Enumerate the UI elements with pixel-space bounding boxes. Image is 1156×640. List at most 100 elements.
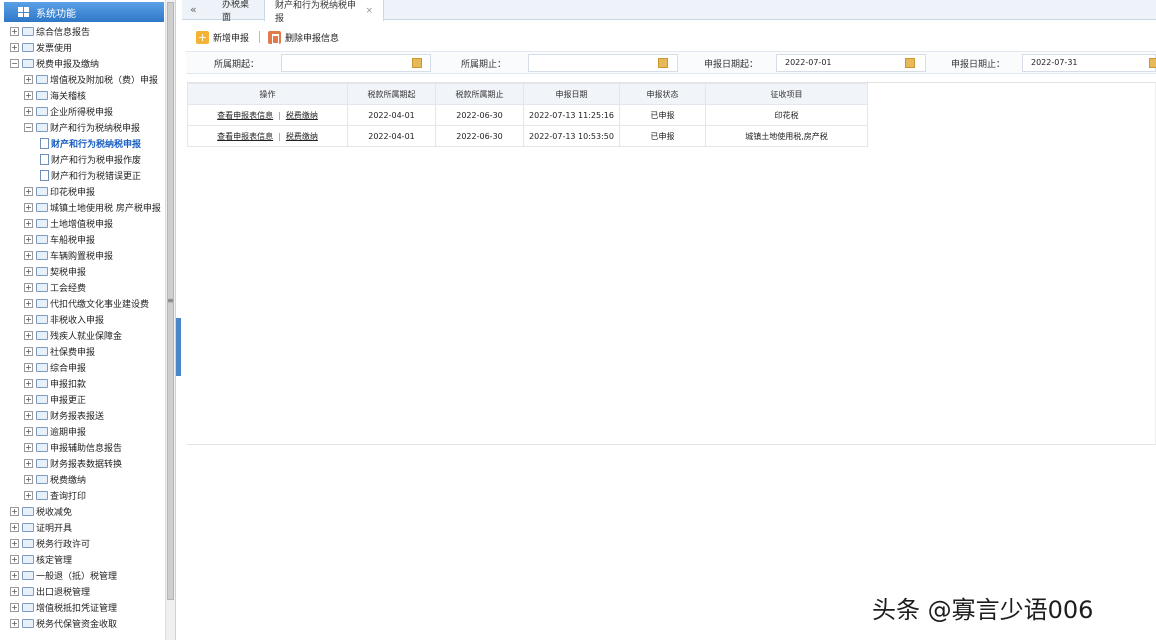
tree-leaf-item[interactable]: 财产和行为税申报作废 [0, 151, 164, 167]
expand-icon[interactable]: + [24, 458, 33, 468]
tab-property-tax[interactable]: 财产和行为税纳税申报 × [264, 0, 384, 24]
tree-folder-item[interactable]: + 税收减免 [0, 503, 164, 519]
expand-icon[interactable]: + [24, 74, 33, 84]
tree-folder-item[interactable]: + 税费缴纳 [0, 471, 164, 487]
tree-folder-item[interactable]: + 税务行政许可 [0, 535, 164, 551]
tree-folder-item[interactable]: − 税费申报及缴纳 [0, 55, 164, 71]
tree-folder-item[interactable]: + 财务报表数据转换 [0, 455, 164, 471]
tree-folder-item[interactable]: + 发票使用 [0, 39, 164, 55]
tree-folder-item[interactable]: + 财务报表报送 [0, 407, 164, 423]
period-start-field[interactable] [281, 54, 431, 72]
tree-folder-item[interactable]: + 残疾人就业保障金 [0, 327, 164, 343]
expand-icon[interactable]: + [24, 394, 33, 404]
expand-icon[interactable]: + [10, 554, 19, 564]
decl-start-field[interactable]: 2022-07-01 [776, 54, 926, 72]
tree-folder-item[interactable]: + 城镇土地使用税 房产税申报 [0, 199, 164, 215]
pay-tax-link[interactable]: 税费缴纳 [286, 111, 318, 120]
tree-folder-item[interactable]: + 代扣代缴文化事业建设费 [0, 295, 164, 311]
expand-icon[interactable]: + [24, 362, 33, 372]
col-declare-date[interactable]: 申报日期 [523, 83, 620, 105]
tree-folder-item[interactable]: − 财产和行为税纳税申报 [0, 119, 164, 135]
tree-leaf-item[interactable]: 财产和行为税纳税申报 [0, 135, 164, 151]
col-operation[interactable]: 操作 [187, 83, 348, 105]
expand-icon[interactable]: + [24, 218, 33, 228]
tree-folder-item[interactable]: + 申报扣款 [0, 375, 164, 391]
expand-icon[interactable]: + [24, 442, 33, 452]
tree-folder-item[interactable]: + 工会经费 [0, 279, 164, 295]
pay-tax-link[interactable]: 税费缴纳 [286, 132, 318, 141]
expand-icon[interactable]: + [10, 506, 19, 516]
view-declaration-link[interactable]: 查看申报表信息 [217, 132, 273, 141]
calendar-icon[interactable] [905, 58, 915, 68]
col-period-end[interactable]: 税款所属期止 [435, 83, 524, 105]
tree-folder-item[interactable]: + 印花税申报 [0, 183, 164, 199]
collapse-icon[interactable]: − [10, 58, 19, 68]
tab-close-icon[interactable]: × [365, 6, 373, 16]
delete-declaration-button[interactable]: 删除申报信息 [268, 30, 339, 44]
tree-folder-item[interactable]: + 非税收入申报 [0, 311, 164, 327]
expand-icon[interactable]: + [10, 586, 19, 596]
tree-folder-item[interactable]: + 查询打印 [0, 487, 164, 503]
expand-icon[interactable]: + [24, 266, 33, 276]
expand-icon[interactable]: + [24, 330, 33, 340]
calendar-icon[interactable] [1149, 58, 1156, 68]
expand-icon[interactable]: + [24, 186, 33, 196]
tree-folder-item[interactable]: + 契税申报 [0, 263, 164, 279]
calendar-icon[interactable] [412, 58, 422, 68]
expand-icon[interactable]: + [24, 426, 33, 436]
tree-folder-item[interactable]: + 土地增值税申报 [0, 215, 164, 231]
col-period-start[interactable]: 税款所属期起 [347, 83, 436, 105]
expand-icon[interactable]: + [10, 26, 19, 36]
sidebar-collapse-handle[interactable] [176, 318, 181, 376]
new-declaration-button[interactable]: + 新增申报 [186, 30, 249, 44]
expand-icon[interactable]: + [10, 538, 19, 548]
tree-folder-item[interactable]: + 海关稽核 [0, 87, 164, 103]
tree-folder-item[interactable]: + 一般退（抵）税管理 [0, 567, 164, 583]
expand-icon[interactable]: + [24, 474, 33, 484]
expand-icon[interactable]: + [24, 314, 33, 324]
tree-folder-item[interactable]: + 逾期申报 [0, 423, 164, 439]
tree-folder-item[interactable]: + 综合申报 [0, 359, 164, 375]
tree-folder-item[interactable]: + 增值税及附加税（费）申报 [0, 71, 164, 87]
expand-icon[interactable]: + [24, 298, 33, 308]
tree-folder-item[interactable]: + 申报更正 [0, 391, 164, 407]
tree-folder-item[interactable]: + 税务代保管资金收取 [0, 615, 164, 631]
tree-leaf-item[interactable]: 财产和行为税错误更正 [0, 167, 164, 183]
expand-icon[interactable]: + [24, 282, 33, 292]
tree-folder-item[interactable]: + 综合信息报告 [0, 23, 164, 39]
expand-icon[interactable]: + [24, 346, 33, 356]
tab-home[interactable]: 办税桌面 [212, 0, 264, 23]
tree-folder-item[interactable]: + 出口退税管理 [0, 583, 164, 599]
sidebar-scrollbar[interactable]: ≡ [165, 0, 175, 640]
expand-icon[interactable]: + [10, 602, 19, 612]
expand-icon[interactable]: + [24, 490, 33, 500]
tree-folder-item[interactable]: + 车船税申报 [0, 231, 164, 247]
col-status[interactable]: 申报状态 [619, 83, 706, 105]
expand-icon[interactable]: + [10, 570, 19, 580]
tree-folder-item[interactable]: + 车辆购置税申报 [0, 247, 164, 263]
collapse-icon[interactable]: − [24, 122, 33, 132]
expand-icon[interactable]: + [10, 42, 19, 52]
expand-icon[interactable]: + [24, 378, 33, 388]
expand-icon[interactable]: + [24, 410, 33, 420]
tree-folder-item[interactable]: + 增值税抵扣凭证管理 [0, 599, 164, 615]
expand-icon[interactable]: + [24, 234, 33, 244]
col-levy-item[interactable]: 征收项目 [705, 83, 868, 105]
tree-folder-item[interactable]: + 企业所得税申报 [0, 103, 164, 119]
decl-end-field[interactable]: 2022-07-31 [1022, 54, 1156, 72]
tree-folder-item[interactable]: + 社保费申报 [0, 343, 164, 359]
tree-folder-item[interactable]: + 核定管理 [0, 551, 164, 567]
expand-icon[interactable]: + [10, 522, 19, 532]
tree-folder-item[interactable]: + 证明开具 [0, 519, 164, 535]
expand-icon[interactable]: + [24, 90, 33, 100]
expand-icon[interactable]: + [24, 250, 33, 260]
sidebar-header[interactable]: 系统功能 [4, 2, 164, 22]
period-end-field[interactable] [528, 54, 678, 72]
expand-icon[interactable]: + [24, 106, 33, 116]
view-declaration-link[interactable]: 查看申报表信息 [217, 111, 273, 120]
tree-folder-item[interactable]: + 申报辅助信息报告 [0, 439, 164, 455]
tab-scroll-left-icon[interactable]: « [190, 3, 197, 16]
expand-icon[interactable]: + [24, 202, 33, 212]
calendar-icon[interactable] [658, 58, 668, 68]
expand-icon[interactable]: + [10, 618, 19, 628]
